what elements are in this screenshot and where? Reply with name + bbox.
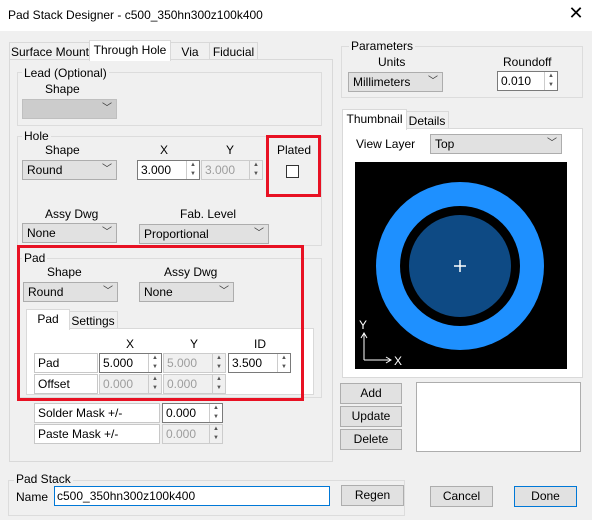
parameters-label: Parameters bbox=[349, 39, 416, 53]
hole-assy-select[interactable]: None ﹀ bbox=[22, 223, 117, 243]
delete-button[interactable]: Delete bbox=[340, 429, 402, 450]
hole-x-label: X bbox=[160, 143, 169, 157]
view-layer-select[interactable]: Top ﹀ bbox=[430, 134, 562, 154]
solder-mask-label: Solder Mask +/- bbox=[34, 403, 160, 423]
solder-mask-input[interactable]: 0.000 ▲ ▼ bbox=[162, 403, 223, 423]
tab-thumbnail[interactable]: Thumbnail bbox=[342, 109, 407, 130]
done-button[interactable]: Done bbox=[514, 486, 577, 507]
paste-mask-label: Paste Mask +/- bbox=[34, 424, 160, 444]
chevron-down-icon: ﹀ bbox=[102, 164, 112, 175]
hole-y-label: Y bbox=[226, 143, 235, 157]
lead-group-label: Lead (Optional) bbox=[22, 66, 109, 80]
hole-x-input[interactable]: 3.000 ▲ ▼ bbox=[137, 160, 200, 180]
roundoff-label: Roundoff bbox=[503, 55, 552, 69]
fab-level-select[interactable]: Proportional ﹀ bbox=[139, 224, 269, 244]
view-layer-label: View Layer bbox=[356, 137, 416, 151]
regen-button[interactable]: Regen bbox=[341, 485, 404, 506]
cancel-button[interactable]: Cancel bbox=[430, 486, 493, 507]
padstack-list[interactable] bbox=[416, 382, 581, 452]
paste-mask-input: 0.000 ▲ ▼ bbox=[162, 424, 223, 444]
window-title: Pad Stack Designer - c500_350hn300z100k4… bbox=[8, 8, 263, 22]
pad-preview-svg: Y X bbox=[355, 162, 567, 369]
tab-through-hole[interactable]: Through Hole bbox=[89, 40, 171, 61]
hole-assy-label: Assy Dwg bbox=[45, 207, 99, 221]
axis-y-label: Y bbox=[359, 318, 367, 332]
chevron-down-icon: ﹀ bbox=[547, 138, 557, 149]
name-label: Name bbox=[16, 490, 49, 504]
axis-x-label: X bbox=[394, 354, 402, 368]
lead-shape-select: ﹀ bbox=[22, 99, 117, 119]
hole-group-label: Hole bbox=[22, 129, 51, 143]
add-button[interactable]: Add bbox=[340, 383, 402, 404]
fab-level-label: Fab. Level bbox=[180, 207, 237, 221]
padstack-name-input[interactable]: c500_350hn300z100k400 bbox=[54, 486, 330, 506]
update-button[interactable]: Update bbox=[340, 406, 402, 427]
units-label: Units bbox=[378, 55, 406, 69]
chevron-down-icon: ﹀ bbox=[102, 227, 112, 238]
lead-shape-label: Shape bbox=[45, 82, 80, 96]
pad-preview: Y X bbox=[355, 162, 567, 369]
chevron-down-icon: ﹀ bbox=[102, 103, 112, 114]
hole-y-input: 3.000 ▲ ▼ bbox=[201, 160, 263, 180]
padstack-group-label: Pad Stack bbox=[14, 472, 73, 486]
tab-pad[interactable]: Pad bbox=[26, 309, 70, 330]
units-select[interactable]: Millimeters ﹀ bbox=[348, 72, 443, 92]
chevron-down-icon: ﹀ bbox=[428, 76, 438, 87]
hole-shape-select[interactable]: Round ﹀ bbox=[22, 160, 117, 180]
roundoff-input[interactable]: 0.010 ▲ ▼ bbox=[497, 71, 558, 91]
hole-shape-label: Shape bbox=[45, 143, 80, 157]
highlight-plated bbox=[266, 135, 321, 197]
chevron-down-icon: ﹀ bbox=[254, 228, 264, 239]
close-icon[interactable]: ✕ bbox=[566, 3, 586, 24]
